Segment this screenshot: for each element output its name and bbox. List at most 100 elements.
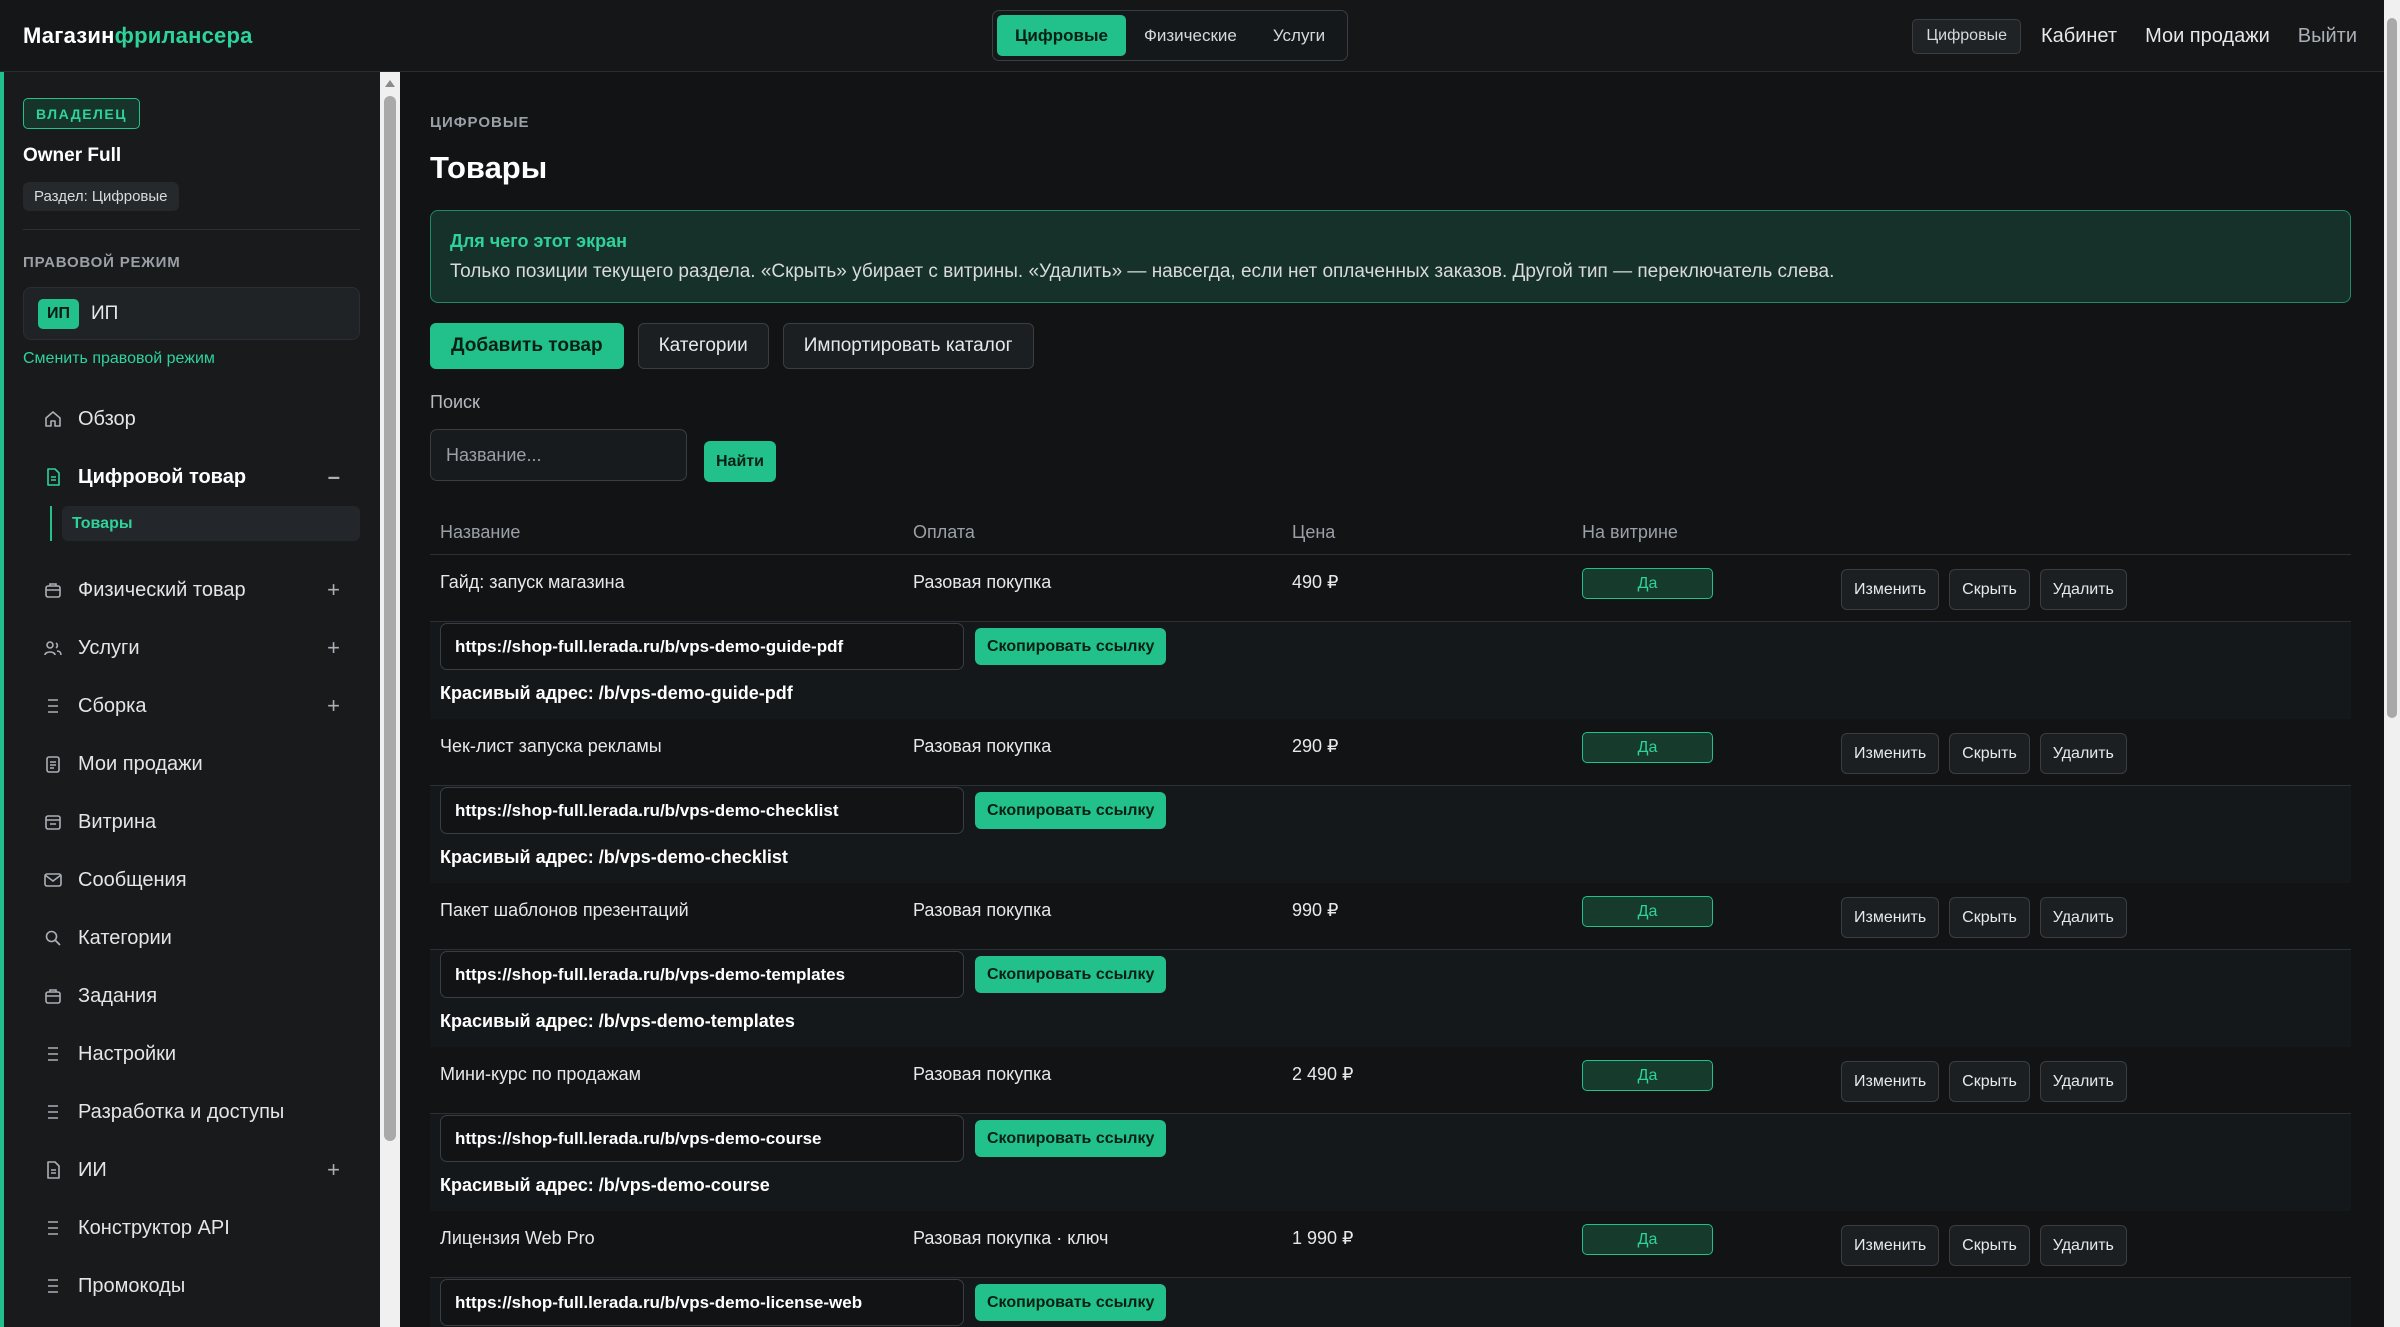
tab-physical[interactable]: Физические xyxy=(1126,15,1255,56)
change-legal-mode-link[interactable]: Сменить правовой режим xyxy=(23,350,215,368)
sidebar-item-promocodes[interactable]: Промокоды xyxy=(28,1257,360,1315)
hide-button[interactable]: Скрыть xyxy=(1949,569,2030,610)
add-product-button[interactable]: Добавить товар xyxy=(430,323,624,369)
delete-button[interactable]: Удалить xyxy=(2039,1225,2127,1266)
delete-button[interactable]: Удалить xyxy=(2039,1061,2127,1102)
product-link-field[interactable] xyxy=(440,951,964,998)
legal-mode-name: ИП xyxy=(91,302,119,324)
product-link-field[interactable] xyxy=(440,787,964,834)
row-actions: Изменить Скрыть Удалить xyxy=(1841,897,2137,938)
delete-button[interactable]: Удалить xyxy=(2039,569,2127,610)
hide-button[interactable]: Скрыть xyxy=(1949,733,2030,774)
table-row: Мини-курс по продажам Разовая покупка 2 … xyxy=(430,1047,2351,1211)
sidebar-item-label: Задания xyxy=(78,984,158,1007)
table-row-main: Пакет шаблонов презентаций Разовая покуп… xyxy=(430,883,2351,950)
copy-link-button[interactable]: Скопировать ссылку xyxy=(975,792,1167,829)
cabinet-link[interactable]: Кабинет xyxy=(2041,25,2117,48)
sidebar-subnav: Товары xyxy=(50,506,360,541)
product-payment: Разовая покупка xyxy=(913,572,1052,592)
product-link-field[interactable] xyxy=(440,1115,964,1162)
app-logo[interactable]: Магазинфрилансера xyxy=(23,23,253,49)
pretty-address: Красивый адрес: /b/vps-demo-checklist xyxy=(440,847,788,867)
sidebar-item-label: Услуги xyxy=(78,636,140,659)
sidebar-subitem-products[interactable]: Товары xyxy=(62,506,360,541)
table-row: Чек-лист запуска рекламы Разовая покупка… xyxy=(430,719,2351,883)
visible-badge: Да xyxy=(1582,896,1713,927)
sidebar-item-ai[interactable]: ИИ + xyxy=(28,1141,360,1199)
edit-button[interactable]: Изменить xyxy=(1841,1225,1940,1266)
sidebar-item-my-sales[interactable]: Мои продажи xyxy=(28,735,360,793)
sidebar-item-development[interactable]: Разработка и доступы xyxy=(28,1083,360,1141)
table-row-link-panel: Скопировать ссылку Красивый адрес: /b/vp… xyxy=(430,622,2351,719)
list-icon xyxy=(42,1043,64,1065)
expand-icon[interactable]: + xyxy=(327,619,340,677)
product-payment: Разовая покупка xyxy=(913,900,1052,920)
copy-link-button[interactable]: Скопировать ссылку xyxy=(975,1120,1167,1157)
sidebar-item-api-builder[interactable]: Конструктор API xyxy=(28,1199,360,1257)
categories-button[interactable]: Категории xyxy=(637,323,769,369)
import-catalog-button[interactable]: Импортировать каталог xyxy=(782,323,1034,369)
product-name: Пакет шаблонов презентаций xyxy=(440,900,689,920)
sidebar-item-categories[interactable]: Категории xyxy=(28,909,360,967)
list-icon xyxy=(42,1101,64,1123)
page-title: Товары xyxy=(430,150,548,185)
current-section-chip[interactable]: Цифровые xyxy=(1912,18,2021,54)
visible-badge: Да xyxy=(1582,568,1713,599)
sidebar-scrollbar[interactable] xyxy=(380,72,400,1327)
users-icon xyxy=(42,637,64,659)
products-table: Название Оплата Цена На витрине Гайд: за… xyxy=(430,508,2351,1327)
my-sales-link[interactable]: Мои продажи xyxy=(2145,25,2270,48)
sidebar-item-settings[interactable]: Настройки xyxy=(28,1025,360,1083)
tab-services[interactable]: Услуги xyxy=(1255,15,1343,56)
sidebar-item-physical-goods[interactable]: Физический товар + xyxy=(28,561,360,619)
briefcase-icon xyxy=(42,579,64,601)
logout-link[interactable]: Выйти xyxy=(2298,25,2357,48)
sidebar-item-digital-goods[interactable]: Цифровой товар – xyxy=(28,448,360,506)
expand-icon[interactable]: + xyxy=(327,1141,340,1199)
sidebar-item-messages[interactable]: Сообщения xyxy=(28,851,360,909)
sidebar-item-services[interactable]: Услуги + xyxy=(28,619,360,677)
column-header-visible: На витрине xyxy=(1582,522,1678,542)
product-link-field[interactable] xyxy=(440,1279,964,1326)
delete-button[interactable]: Удалить xyxy=(2039,897,2127,938)
sidebar-item-tasks[interactable]: Задания xyxy=(28,967,360,1025)
hide-button[interactable]: Скрыть xyxy=(1949,1225,2030,1266)
sidebar-item-label: Промокоды xyxy=(78,1274,186,1297)
sidebar-scrollbar-thumb[interactable] xyxy=(384,96,396,1141)
copy-link-button[interactable]: Скопировать ссылку xyxy=(975,628,1167,665)
page-scrollbar[interactable] xyxy=(2384,0,2400,1327)
hide-button[interactable]: Скрыть xyxy=(1949,897,2030,938)
sidebar-item-label: Конструктор API xyxy=(78,1216,230,1239)
edit-button[interactable]: Изменить xyxy=(1841,1061,1940,1102)
sidebar-item-assembly[interactable]: Сборка + xyxy=(28,677,360,735)
product-link-field[interactable] xyxy=(440,623,964,670)
product-name: Гайд: запуск магазина xyxy=(440,572,625,592)
hide-button[interactable]: Скрыть xyxy=(1949,1061,2030,1102)
sidebar-item-label: Обзор xyxy=(78,407,136,430)
table-row-main: Чек-лист запуска рекламы Разовая покупка… xyxy=(430,719,2351,786)
table-header: Название Оплата Цена На витрине xyxy=(430,508,2351,555)
search-button[interactable]: Найти xyxy=(704,441,776,482)
column-header-name: Название xyxy=(440,522,521,542)
delete-button[interactable]: Удалить xyxy=(2039,733,2127,774)
sidebar-item-label: Сборка xyxy=(78,694,147,717)
expand-icon[interactable]: + xyxy=(327,561,340,619)
edit-button[interactable]: Изменить xyxy=(1841,897,1940,938)
product-name: Лицензия Web Pro xyxy=(440,1228,595,1248)
storefront-icon xyxy=(42,811,64,833)
edit-button[interactable]: Изменить xyxy=(1841,569,1940,610)
home-icon xyxy=(42,408,64,430)
expand-icon[interactable]: + xyxy=(327,677,340,735)
collapse-icon[interactable]: – xyxy=(328,448,340,506)
copy-link-button[interactable]: Скопировать ссылку xyxy=(975,1284,1167,1321)
info-title: Для чего этот экран xyxy=(450,231,627,251)
copy-link-button[interactable]: Скопировать ссылку xyxy=(975,956,1167,993)
page-scrollbar-thumb[interactable] xyxy=(2387,18,2397,718)
mode-switch: Цифровые Физические Услуги xyxy=(992,10,1349,61)
sidebar-item-overview[interactable]: Обзор xyxy=(28,390,360,448)
sidebar-item-storefront[interactable]: Витрина xyxy=(28,793,360,851)
edit-button[interactable]: Изменить xyxy=(1841,733,1940,774)
search-input[interactable] xyxy=(430,429,687,481)
tab-digital[interactable]: Цифровые xyxy=(997,15,1126,56)
scroll-up-arrow-icon[interactable] xyxy=(385,80,395,87)
